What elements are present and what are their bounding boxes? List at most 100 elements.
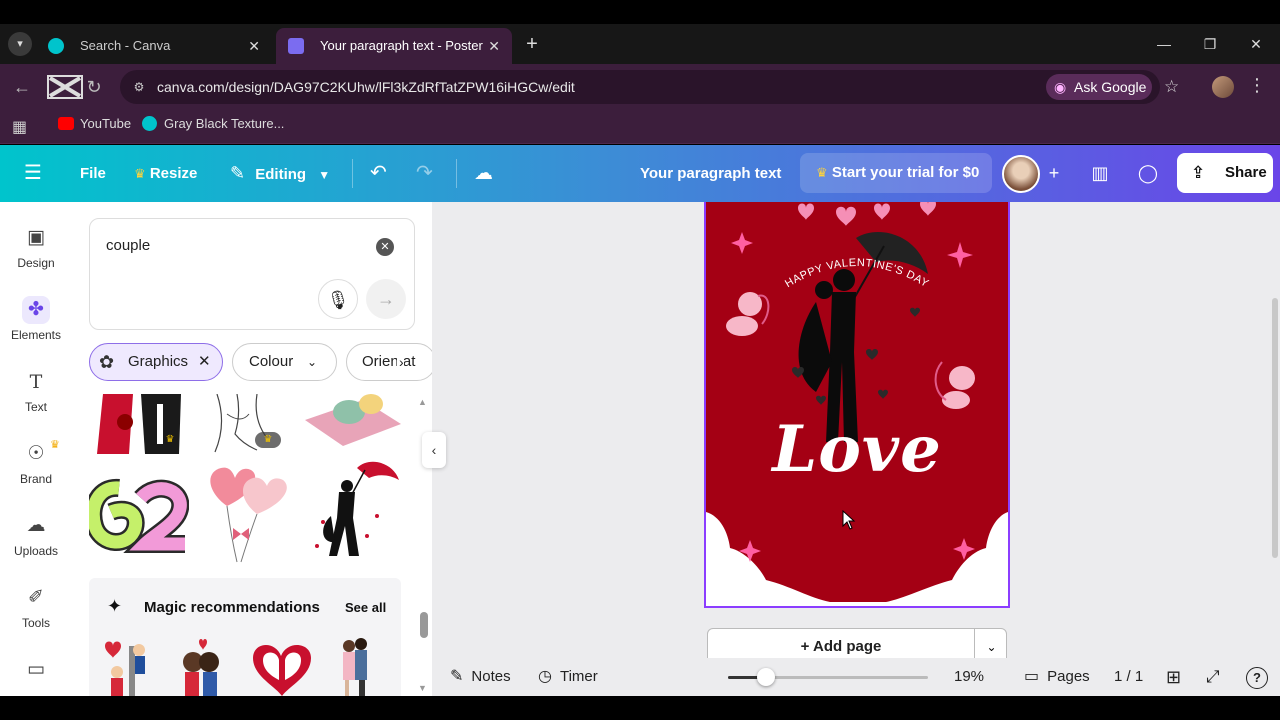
uploads-icon: ☁	[26, 515, 46, 536]
tab-search-button[interactable]: ▾	[8, 32, 32, 56]
rail-label: Tools	[21, 616, 50, 630]
close-window-icon[interactable]: ✕	[1244, 32, 1268, 56]
zoom-percentage[interactable]: 19%	[954, 658, 984, 696]
help-icon[interactable]: ?	[1246, 667, 1268, 689]
graphic-thumbnail-62-bubble-numbers[interactable]	[89, 466, 189, 566]
tab-title: Your paragraph text - Poster	[320, 38, 483, 53]
graphic-thumbnail-couple-red-dress[interactable]: ♛	[89, 394, 189, 454]
scroll-up-icon[interactable]: ▲	[418, 397, 427, 407]
filter-chip-colour[interactable]: Colour ⌄	[232, 343, 337, 381]
redo-icon[interactable]: ↷	[416, 145, 433, 202]
rail-item-elements[interactable]: ✤ Elements	[0, 296, 72, 360]
elements-search-box[interactable]: couple ✕ 🎙 →	[89, 218, 415, 330]
reload-icon[interactable]: ↻	[82, 75, 106, 99]
cloud-saved-icon[interactable]: ☁	[474, 145, 493, 202]
screen-bottom-edge	[0, 696, 1280, 720]
bookmark-gray-black-texture[interactable]: Gray Black Texture...	[142, 110, 284, 144]
bookmarks-bar: ▦ YouTube Gray Black Texture...	[0, 110, 1280, 144]
graphic-thumbnail-picnic-couple[interactable]	[303, 394, 403, 454]
start-trial-button[interactable]: ♛ Start your trial for $0	[800, 153, 992, 193]
chip-label: Colour	[249, 353, 294, 370]
editing-mode-dropdown[interactable]: ✎ Editing ▼	[230, 145, 330, 204]
canva-editor-header: ☰ File ♛ Resize ✎ Editing ▼ ↶ ↷ ☁ Your p…	[0, 145, 1280, 202]
zoom-slider-handle[interactable]	[757, 668, 775, 686]
resize-label: Resize	[149, 165, 198, 182]
undo-icon[interactable]: ↶	[370, 145, 387, 202]
rail-item-uploads[interactable]: ☁ Uploads	[0, 512, 72, 576]
ask-google-label: Ask Google	[1074, 79, 1147, 95]
microphone-icon[interactable]: 🎙	[318, 279, 358, 319]
grid-view-icon[interactable]: ⊞	[1166, 658, 1181, 696]
tab-close-icon[interactable]: ✕	[248, 28, 260, 64]
add-page-button[interactable]: + Add page ⌄	[707, 628, 1007, 658]
canvas-scrollbar[interactable]	[1272, 298, 1278, 558]
rail-item-brand[interactable]: ♛ ☉ Brand	[0, 439, 72, 504]
site-info-icon[interactable]: ⚙	[130, 78, 148, 96]
remove-filter-icon[interactable]: ✕	[198, 344, 211, 380]
rail-item-design[interactable]: ▣ Design	[0, 224, 72, 288]
insights-chart-icon[interactable]: ▥	[1080, 153, 1120, 193]
browser-tab-search-canva[interactable]: Search - Canva ✕	[36, 28, 272, 64]
svg-text:HAPPY VALENTINE'S DAY: HAPPY VALENTINE'S DAY	[783, 257, 931, 290]
bookmark-star-icon[interactable]: ☆	[1164, 70, 1179, 104]
graphic-thumbnail-heart-balloons[interactable]	[197, 456, 297, 566]
design-canvas-area[interactable]: HAPPY VALENTINE'S DAY Love + Add page ⌄	[432, 202, 1280, 658]
rail-item-tools[interactable]: ✐ Tools	[0, 584, 72, 648]
rail-item-projects[interactable]: ▭	[0, 656, 72, 696]
collapse-panel-button[interactable]: ‹	[422, 432, 446, 468]
search-arrow-icon[interactable]: →	[366, 279, 406, 319]
resize-button[interactable]: ♛ Resize	[134, 145, 197, 202]
tab-title: Search - Canva	[80, 38, 171, 53]
ask-google-button[interactable]: ◉ Ask Google	[1046, 74, 1152, 100]
pencil-icon: ✎	[230, 163, 246, 183]
file-menu[interactable]: File	[80, 145, 106, 202]
lens-icon: ◉	[1054, 79, 1067, 95]
hamburger-menu-icon[interactable]: ☰	[24, 145, 42, 202]
recommendation-thumbnail-standing-couple[interactable]	[335, 636, 375, 696]
chevron-down-icon[interactable]: ⌄	[974, 629, 1008, 658]
poster-banner-arc[interactable]: HAPPY VALENTINE'S DAY	[706, 242, 1008, 362]
scroll-down-icon[interactable]: ▼	[418, 683, 427, 693]
graphic-thumbnail-line-art-couple[interactable]: ♛	[197, 394, 297, 454]
comment-icon[interactable]: ◯	[1128, 153, 1168, 193]
clear-search-icon[interactable]: ✕	[376, 238, 394, 256]
notes-button[interactable]: ✎ Notes	[450, 658, 511, 696]
address-bar[interactable]: ⚙ canva.com/design/DAG97C2KUhw/lFl3kZdRf…	[120, 70, 1179, 104]
invite-plus-icon[interactable]: +	[1034, 153, 1074, 193]
poster-banner-text[interactable]: HAPPY VALENTINE'S DAY	[783, 257, 931, 290]
url-text[interactable]: canva.com/design/DAG97C2KUhw/lFl3kZdRfTa…	[157, 70, 575, 104]
chevron-right-icon[interactable]: ›	[397, 344, 404, 380]
poster-headline[interactable]: Love	[706, 412, 1008, 487]
document-title[interactable]: Your paragraph text	[640, 145, 781, 202]
left-side-rail: ▣ Design ✤ Elements T Text ♛ ☉ Brand ☁ U…	[0, 202, 72, 696]
recommendation-thumbnail-love-ladder[interactable]	[99, 636, 155, 696]
see-all-link[interactable]: See all	[345, 600, 386, 615]
poster-page[interactable]: HAPPY VALENTINE'S DAY Love	[704, 202, 1010, 608]
browser-tab-poster[interactable]: Your paragraph text - Poster ✕	[276, 28, 512, 64]
restore-icon[interactable]: ❐	[1198, 32, 1222, 56]
chip-label: Orientat	[362, 353, 416, 370]
profile-avatar[interactable]	[1212, 76, 1234, 98]
premium-crown-badge: ♛	[255, 432, 281, 448]
fullscreen-icon[interactable]: ⤢	[1206, 658, 1220, 696]
zoom-slider[interactable]	[728, 668, 928, 686]
apps-grid-icon[interactable]: ▦	[12, 117, 27, 137]
rail-item-text[interactable]: T Text	[0, 368, 72, 432]
filter-chip-orientation[interactable]: Orientat ›	[346, 343, 432, 381]
minimize-icon[interactable]: —	[1152, 32, 1176, 56]
filter-chip-graphics[interactable]: ✿ Graphics ✕	[89, 343, 223, 381]
graphic-thumbnail-silhouette-umbrella[interactable]	[303, 456, 403, 566]
bookmark-youtube[interactable]: YouTube	[58, 110, 131, 144]
pages-button[interactable]: ▭ Pages	[1024, 658, 1090, 696]
more-menu-icon[interactable]: ⋮	[1248, 75, 1266, 96]
recommendation-thumbnail-heart-silhouettes[interactable]	[249, 636, 315, 696]
recommendation-thumbnail-kissing-couple[interactable]	[173, 636, 229, 696]
back-arrow-icon[interactable]: ←	[10, 75, 34, 99]
search-input[interactable]: couple	[106, 237, 150, 254]
tab-close-icon[interactable]: ✕	[488, 28, 500, 64]
share-button[interactable]: ⇪ Share	[1177, 153, 1273, 193]
panel-scrollbar-thumb[interactable]	[420, 612, 428, 638]
timer-button[interactable]: ◷ Timer	[538, 658, 598, 696]
page-counter[interactable]: 1 / 1	[1114, 658, 1143, 696]
plus-icon[interactable]: +	[520, 32, 544, 56]
